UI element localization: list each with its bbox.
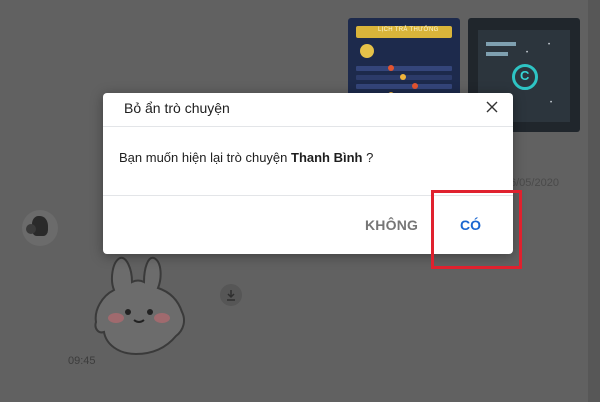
thumbnail-dot bbox=[388, 65, 394, 71]
sticker-outline bbox=[94, 256, 185, 356]
message-time: 09:45 bbox=[68, 355, 96, 367]
message-prefix: Bạn muốn hiện lại trò chuyện bbox=[119, 150, 291, 165]
thumbnail-ring-label: C bbox=[520, 68, 530, 83]
avatar-figure bbox=[26, 224, 36, 234]
thumbnail-logo bbox=[360, 44, 374, 58]
download-button[interactable] bbox=[220, 284, 242, 306]
thumbnail-bar bbox=[486, 42, 516, 46]
dialog-divider bbox=[103, 126, 513, 127]
date-stamp: 6/05/2020 bbox=[510, 177, 559, 189]
dialog-message: Bạn muốn hiện lại trò chuyện Thanh Bình … bbox=[119, 150, 373, 165]
thumbnail-heading: LỊCH TRẢ THƯỞNG bbox=[378, 27, 439, 33]
sticker-eye bbox=[147, 309, 153, 315]
download-icon bbox=[227, 290, 235, 301]
thumbnail-percent: • bbox=[548, 42, 551, 48]
dialog-close-button[interactable] bbox=[483, 98, 501, 116]
thumbnail-row bbox=[356, 84, 452, 89]
scrollbar-track[interactable] bbox=[588, 0, 600, 402]
message-suffix: ? bbox=[362, 150, 374, 165]
thumbnail-percent: • bbox=[526, 50, 529, 56]
cancel-button[interactable]: KHÔNG bbox=[365, 217, 418, 233]
avatar[interactable] bbox=[22, 210, 58, 246]
contact-name: Thanh Bình bbox=[291, 150, 363, 165]
rabbit-sticker[interactable] bbox=[92, 256, 188, 356]
sticker-eye bbox=[125, 309, 131, 315]
sticker-cheek bbox=[154, 313, 170, 323]
thumbnail-dot bbox=[412, 83, 418, 89]
thumbnail-row bbox=[356, 66, 452, 71]
highlight-annotation-box bbox=[431, 190, 522, 269]
thumbnail-dot bbox=[400, 74, 406, 80]
thumbnail-bar bbox=[486, 52, 508, 56]
close-icon bbox=[486, 101, 498, 113]
dialog-title: Bỏ ẩn trò chuyện bbox=[124, 100, 230, 116]
thumbnail-percent: • bbox=[550, 100, 553, 106]
sticker-cheek bbox=[108, 313, 124, 323]
